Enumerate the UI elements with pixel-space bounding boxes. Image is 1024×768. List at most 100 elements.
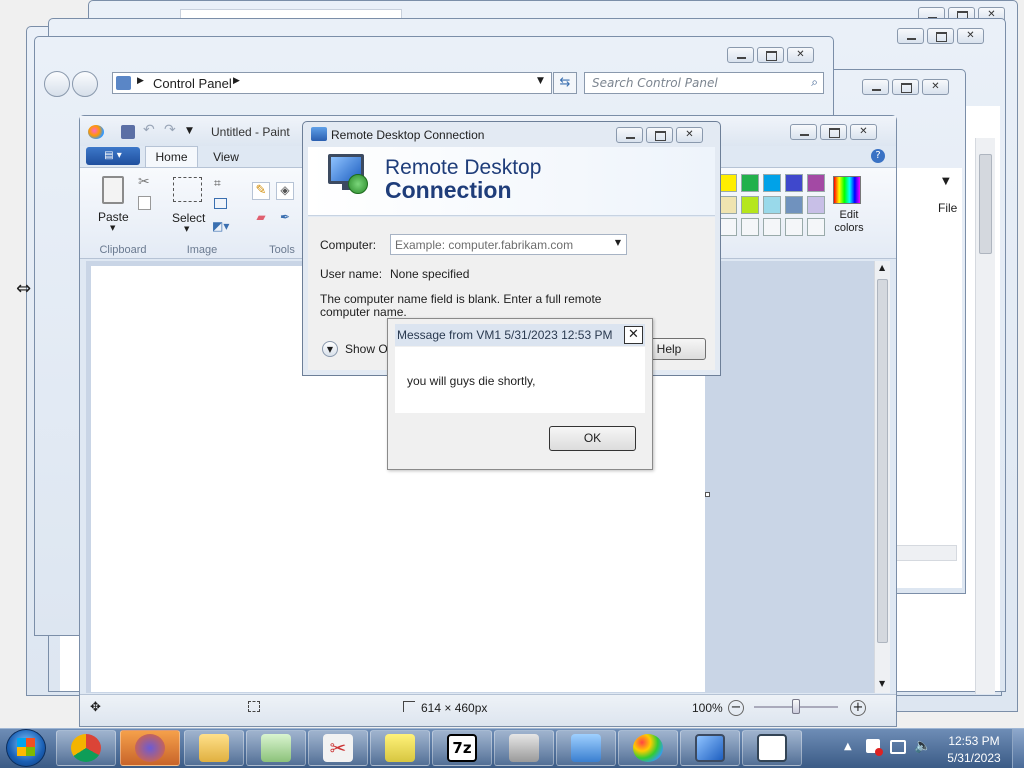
forward-button[interactable] [72,71,98,97]
taskbar-sticky-notes[interactable] [246,730,306,766]
color-swatch[interactable] [741,196,759,214]
canvas-vertical-scrollbar[interactable]: ▲ ▼ [874,261,890,693]
tab-home[interactable]: Home [145,146,198,168]
color-swatch[interactable] [719,196,737,214]
copy-icon[interactable] [138,196,151,210]
maximize-button[interactable] [820,124,847,140]
scroll-thumb[interactable] [877,279,888,643]
taskbar-control-panel[interactable] [556,730,616,766]
custom-color-swatch[interactable] [719,218,737,236]
close-button[interactable] [922,79,949,95]
taskbar-paint[interactable] [618,730,678,766]
zoom-slider-thumb[interactable] [792,699,800,714]
maximize-button[interactable] [757,47,784,63]
taskbar-remote-desktop[interactable] [680,730,740,766]
background-scrollbar[interactable] [975,138,995,694]
chevron-down-icon[interactable]: ▼ [615,238,621,247]
minimize-button[interactable] [862,79,889,95]
tab-view[interactable]: View [202,150,250,166]
breadcrumb[interactable]: Control Panel [153,76,232,91]
paste-button[interactable]: Paste ▼ [96,172,132,234]
color-swatch[interactable] [719,174,737,192]
message-close-button[interactable]: ✕ [624,326,643,344]
resize-icon[interactable] [214,198,227,209]
minimize-button[interactable] [897,28,924,44]
action-center-icon[interactable] [866,739,883,756]
custom-color-swatch[interactable] [785,218,803,236]
custom-color-swatch[interactable] [741,218,759,236]
cut-icon[interactable]: ✂ [138,174,150,190]
taskbar-snipping-tool[interactable]: ✂ [308,730,368,766]
close-button[interactable] [676,127,703,143]
paint-palette-icon [633,734,663,762]
clock-time[interactable]: 12:53 PM [944,734,1004,748]
minimize-button[interactable] [790,124,817,140]
maximize-button[interactable] [927,28,954,44]
close-button[interactable] [957,28,984,44]
show-options-icon[interactable]: ▼ [322,341,338,357]
scroll-thumb[interactable] [979,154,992,254]
taskbar-firefox[interactable] [120,730,180,766]
clock-date[interactable]: 5/31/2023 [940,751,1008,765]
save-icon[interactable] [121,125,135,139]
rdc-window-title: Remote Desktop Connection [331,128,485,142]
taskbar-notes[interactable] [370,730,430,766]
help-icon[interactable]: ? [871,149,885,163]
minimize-button[interactable] [616,127,643,143]
pencil-icon[interactable]: ✎ [252,182,270,200]
scroll-up-icon[interactable]: ▲ [879,263,885,272]
taskbar-printer[interactable] [494,730,554,766]
back-button[interactable] [44,71,70,97]
fill-icon[interactable]: ◈ [276,182,294,200]
taskbar-explorer[interactable] [184,730,244,766]
close-button[interactable] [787,47,814,63]
zoom-out-button[interactable]: − [728,700,744,716]
undo-icon[interactable]: ↶ [143,122,155,138]
paint-menu-button[interactable]: ▤ ▾ [86,147,140,165]
volume-icon[interactable]: 🔈 [914,738,931,754]
minimize-button[interactable] [727,47,754,63]
custom-color-swatch[interactable] [763,218,781,236]
chevron-down-icon[interactable]: ▼ [537,76,544,86]
redo-icon[interactable]: ↷ [164,122,176,138]
maximize-button[interactable] [646,127,673,143]
custom-color-swatch[interactable] [807,218,825,236]
dropdown-arrow-icon[interactable]: ▼ [942,176,950,187]
show-desktop-button[interactable] [1012,729,1024,768]
address-bar[interactable]: ▶ Control Panel ▶ ▼ [112,72,552,94]
paint-app-icon[interactable] [88,125,104,139]
taskbar-chrome[interactable] [56,730,116,766]
edit-colors-button[interactable]: Edit colors [828,172,868,238]
eraser-icon[interactable]: ▰ [252,210,270,228]
close-button[interactable] [850,124,877,140]
maximize-button[interactable] [892,79,919,95]
color-swatch[interactable] [741,174,759,192]
color-swatch[interactable] [807,174,825,192]
taskbar-message[interactable] [742,730,802,766]
zoom-slider[interactable] [754,699,838,714]
color-swatch[interactable] [785,196,803,214]
quick-access-dropdown-icon[interactable]: ▼ [186,126,193,136]
ok-button[interactable]: OK [549,426,636,451]
rotate-icon[interactable]: ◩▾ [212,219,229,233]
color-swatch[interactable] [763,196,781,214]
canvas-resize-handle[interactable] [705,492,710,497]
refresh-button[interactable]: ⇆ [553,72,577,94]
select-button[interactable]: Select ▼ [170,175,206,237]
crop-icon[interactable]: ⌗ [214,176,221,191]
color-swatch[interactable] [785,174,803,192]
taskbar-7zip[interactable]: 7z [432,730,492,766]
show-hidden-icons[interactable]: ▲ [844,741,852,752]
color-picker-icon[interactable]: ✒ [276,210,294,228]
network-icon[interactable] [890,740,906,754]
search-icon[interactable]: ⌕ [811,75,818,90]
rdc-title-icon [311,127,327,141]
computer-input[interactable]: Example: computer.fabrikam.com ▼ [390,234,627,255]
color-swatch[interactable] [763,174,781,192]
paint-title: Untitled - Paint [211,125,290,139]
column-header-file[interactable]: File [938,201,957,215]
search-input[interactable]: Search Control Panel ⌕ [584,72,824,94]
scroll-down-icon[interactable]: ▼ [879,679,885,688]
zoom-in-button[interactable]: + [850,700,866,716]
color-swatch[interactable] [807,196,825,214]
